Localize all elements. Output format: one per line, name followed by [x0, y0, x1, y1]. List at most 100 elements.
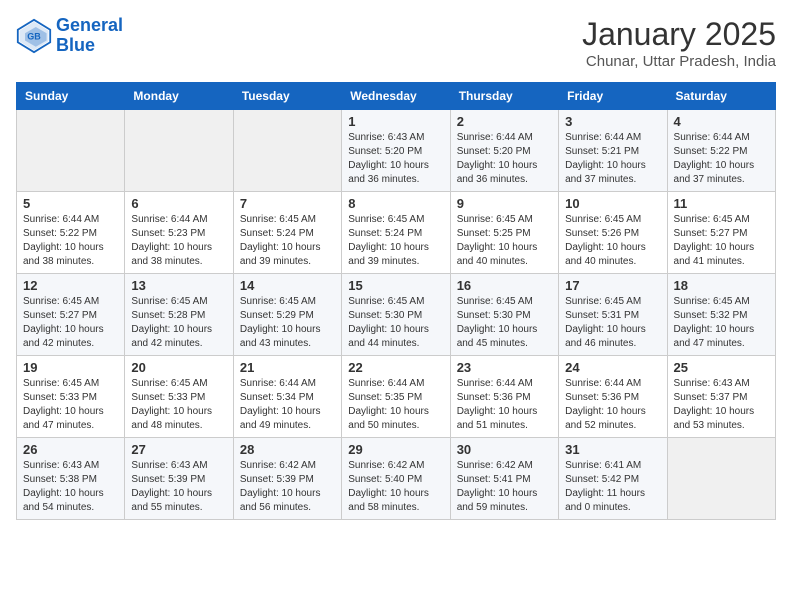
day-info: Sunrise: 6:45 AM Sunset: 5:32 PM Dayligh… — [674, 295, 769, 351]
calendar-cell: 6 Sunrise: 6:44 AM Sunset: 5:23 PM Daylig… — [125, 192, 233, 274]
day-header-thursday: Thursday — [450, 83, 558, 110]
month-title: January 2025 — [582, 16, 776, 53]
day-info: Sunrise: 6:45 AM Sunset: 5:27 PM Dayligh… — [23, 295, 118, 351]
day-number: 16 — [457, 278, 552, 293]
calendar-cell — [233, 110, 341, 192]
calendar-cell: 25 Sunrise: 6:43 AM Sunset: 5:37 PM Dayli… — [667, 356, 775, 438]
day-number: 5 — [23, 196, 118, 211]
day-number: 21 — [240, 360, 335, 375]
day-number: 17 — [565, 278, 660, 293]
day-info: Sunrise: 6:44 AM Sunset: 5:22 PM Dayligh… — [674, 131, 769, 187]
day-info: Sunrise: 6:44 AM Sunset: 5:36 PM Dayligh… — [565, 377, 660, 433]
calendar-cell: 31 Sunrise: 6:41 AM Sunset: 5:42 PM Dayli… — [559, 438, 667, 520]
day-info: Sunrise: 6:45 AM Sunset: 5:31 PM Dayligh… — [565, 295, 660, 351]
calendar-table: SundayMondayTuesdayWednesdayThursdayFrid… — [16, 82, 776, 520]
calendar-cell — [667, 438, 775, 520]
calendar-cell: 12 Sunrise: 6:45 AM Sunset: 5:27 PM Dayli… — [17, 274, 125, 356]
calendar-cell: 7 Sunrise: 6:45 AM Sunset: 5:24 PM Daylig… — [233, 192, 341, 274]
day-info: Sunrise: 6:44 AM Sunset: 5:23 PM Dayligh… — [131, 213, 226, 269]
calendar-cell: 10 Sunrise: 6:45 AM Sunset: 5:26 PM Dayli… — [559, 192, 667, 274]
calendar-header-row: SundayMondayTuesdayWednesdayThursdayFrid… — [17, 83, 776, 110]
day-number: 12 — [23, 278, 118, 293]
day-info: Sunrise: 6:43 AM Sunset: 5:39 PM Dayligh… — [131, 459, 226, 515]
day-info: Sunrise: 6:41 AM Sunset: 5:42 PM Dayligh… — [565, 459, 660, 515]
day-info: Sunrise: 6:43 AM Sunset: 5:37 PM Dayligh… — [674, 377, 769, 433]
calendar-cell: 24Sunrise: 6:44 AM Sunset: 5:36 PM Dayli… — [559, 356, 667, 438]
location-subtitle: Chunar, Uttar Pradesh, India — [582, 53, 776, 70]
day-number: 2 — [457, 114, 552, 129]
calendar-cell: 3Sunrise: 6:44 AM Sunset: 5:21 PM Daylig… — [559, 110, 667, 192]
calendar-cell: 11 Sunrise: 6:45 AM Sunset: 5:27 PM Dayli… — [667, 192, 775, 274]
day-number: 11 — [674, 196, 769, 211]
day-number: 13 — [131, 278, 226, 293]
day-number: 7 — [240, 196, 335, 211]
title-block: January 2025 Chunar, Uttar Pradesh, Indi… — [582, 16, 776, 70]
day-info: Sunrise: 6:43 AM Sunset: 5:20 PM Dayligh… — [348, 131, 443, 187]
day-info: Sunrise: 6:44 AM Sunset: 5:35 PM Dayligh… — [348, 377, 443, 433]
day-number: 10 — [565, 196, 660, 211]
day-info: Sunrise: 6:44 AM Sunset: 5:20 PM Dayligh… — [457, 131, 552, 187]
day-header-wednesday: Wednesday — [342, 83, 450, 110]
calendar-week-row: 12 Sunrise: 6:45 AM Sunset: 5:27 PM Dayli… — [17, 274, 776, 356]
calendar-cell: 1 Sunrise: 6:43 AM Sunset: 5:20 PM Daylig… — [342, 110, 450, 192]
day-number: 31 — [565, 442, 660, 457]
day-number: 23 — [457, 360, 552, 375]
day-number: 3 — [565, 114, 660, 129]
calendar-cell: 20Sunrise: 6:45 AM Sunset: 5:33 PM Dayli… — [125, 356, 233, 438]
day-number: 29 — [348, 442, 443, 457]
day-info: Sunrise: 6:45 AM Sunset: 5:27 PM Dayligh… — [674, 213, 769, 269]
logo: GB General Blue — [16, 16, 123, 56]
calendar-week-row: 1 Sunrise: 6:43 AM Sunset: 5:20 PM Daylig… — [17, 110, 776, 192]
logo-line2: Blue — [56, 35, 95, 55]
calendar-cell: 29 Sunrise: 6:42 AM Sunset: 5:40 PM Dayli… — [342, 438, 450, 520]
day-info: Sunrise: 6:44 AM Sunset: 5:36 PM Dayligh… — [457, 377, 552, 433]
day-number: 25 — [674, 360, 769, 375]
day-number: 4 — [674, 114, 769, 129]
calendar-cell: 13Sunrise: 6:45 AM Sunset: 5:28 PM Dayli… — [125, 274, 233, 356]
day-info: Sunrise: 6:42 AM Sunset: 5:40 PM Dayligh… — [348, 459, 443, 515]
day-number: 9 — [457, 196, 552, 211]
day-number: 6 — [131, 196, 226, 211]
day-number: 26 — [23, 442, 118, 457]
calendar-week-row: 5Sunrise: 6:44 AM Sunset: 5:22 PM Daylig… — [17, 192, 776, 274]
day-header-monday: Monday — [125, 83, 233, 110]
calendar-cell: 4 Sunrise: 6:44 AM Sunset: 5:22 PM Daylig… — [667, 110, 775, 192]
logo-icon: GB — [16, 18, 52, 54]
calendar-cell: 23 Sunrise: 6:44 AM Sunset: 5:36 PM Dayli… — [450, 356, 558, 438]
calendar-cell: 17 Sunrise: 6:45 AM Sunset: 5:31 PM Dayli… — [559, 274, 667, 356]
day-info: Sunrise: 6:45 AM Sunset: 5:24 PM Dayligh… — [348, 213, 443, 269]
calendar-cell: 26Sunrise: 6:43 AM Sunset: 5:38 PM Dayli… — [17, 438, 125, 520]
day-info: Sunrise: 6:45 AM Sunset: 5:26 PM Dayligh… — [565, 213, 660, 269]
day-number: 20 — [131, 360, 226, 375]
day-info: Sunrise: 6:45 AM Sunset: 5:30 PM Dayligh… — [348, 295, 443, 351]
calendar-cell: 2 Sunrise: 6:44 AM Sunset: 5:20 PM Daylig… — [450, 110, 558, 192]
calendar-cell — [125, 110, 233, 192]
day-info: Sunrise: 6:42 AM Sunset: 5:41 PM Dayligh… — [457, 459, 552, 515]
day-number: 30 — [457, 442, 552, 457]
calendar-cell: 28Sunrise: 6:42 AM Sunset: 5:39 PM Dayli… — [233, 438, 341, 520]
day-header-saturday: Saturday — [667, 83, 775, 110]
calendar-cell: 5Sunrise: 6:44 AM Sunset: 5:22 PM Daylig… — [17, 192, 125, 274]
day-number: 27 — [131, 442, 226, 457]
calendar-cell: 27 Sunrise: 6:43 AM Sunset: 5:39 PM Dayli… — [125, 438, 233, 520]
calendar-cell: 15 Sunrise: 6:45 AM Sunset: 5:30 PM Dayli… — [342, 274, 450, 356]
day-number: 28 — [240, 442, 335, 457]
day-info: Sunrise: 6:45 AM Sunset: 5:25 PM Dayligh… — [457, 213, 552, 269]
day-number: 8 — [348, 196, 443, 211]
day-info: Sunrise: 6:45 AM Sunset: 5:24 PM Dayligh… — [240, 213, 335, 269]
day-number: 1 — [348, 114, 443, 129]
calendar-week-row: 26Sunrise: 6:43 AM Sunset: 5:38 PM Dayli… — [17, 438, 776, 520]
calendar-cell: 21Sunrise: 6:44 AM Sunset: 5:34 PM Dayli… — [233, 356, 341, 438]
calendar-cell: 18 Sunrise: 6:45 AM Sunset: 5:32 PM Dayli… — [667, 274, 775, 356]
calendar-cell: 8 Sunrise: 6:45 AM Sunset: 5:24 PM Daylig… — [342, 192, 450, 274]
calendar-cell: 16Sunrise: 6:45 AM Sunset: 5:30 PM Dayli… — [450, 274, 558, 356]
day-number: 15 — [348, 278, 443, 293]
calendar-cell: 14Sunrise: 6:45 AM Sunset: 5:29 PM Dayli… — [233, 274, 341, 356]
calendar-cell: 30 Sunrise: 6:42 AM Sunset: 5:41 PM Dayli… — [450, 438, 558, 520]
day-info: Sunrise: 6:45 AM Sunset: 5:29 PM Dayligh… — [240, 295, 335, 351]
day-number: 18 — [674, 278, 769, 293]
calendar-cell: 19Sunrise: 6:45 AM Sunset: 5:33 PM Dayli… — [17, 356, 125, 438]
day-number: 19 — [23, 360, 118, 375]
logo-line1: General — [56, 15, 123, 35]
day-header-sunday: Sunday — [17, 83, 125, 110]
